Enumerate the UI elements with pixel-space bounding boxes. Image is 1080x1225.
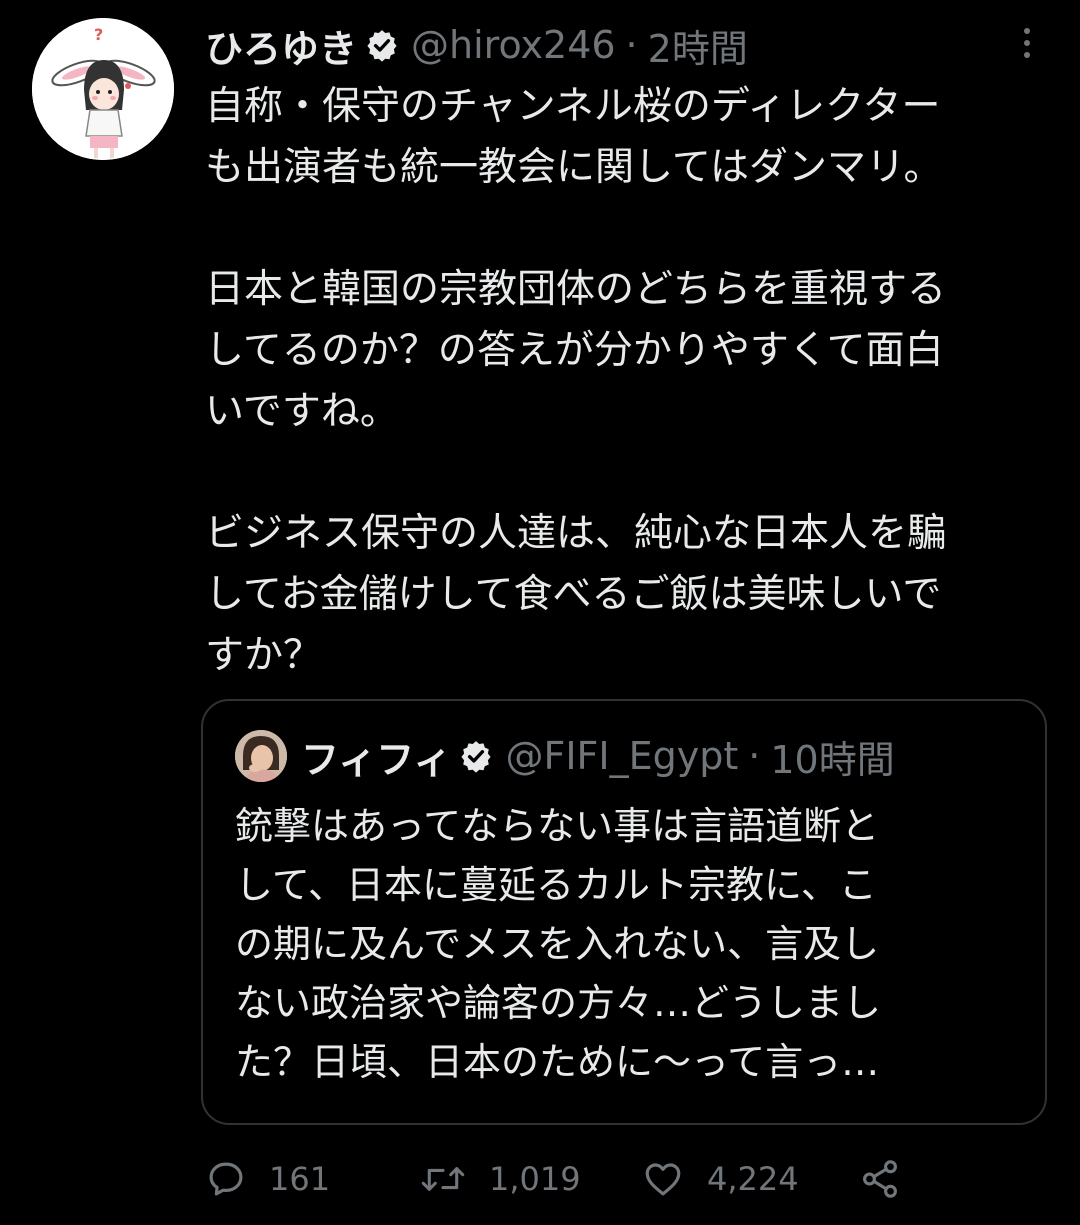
verified-badge-icon [367,30,397,62]
separator-dot: · [748,734,761,778]
quoted-author-handle: @FIFI_Egypt [505,734,739,778]
author-name[interactable]: ひろゆき [205,18,357,73]
reply-icon [209,1162,243,1196]
quoted-tweet-text: 銃撃はあってならない事は言語道断と して、日本に蔓延るカルト宗教に、こ の期に及… [235,804,882,1084]
author-handle[interactable]: @hirox246 [411,23,616,67]
verified-badge-icon [461,741,492,773]
svg-text:?: ? [94,25,103,44]
retweet-count: 1,019 [489,1160,581,1198]
reply-button[interactable]: 161 [205,1155,330,1203]
heart-icon [645,1163,681,1196]
retweet-icon [421,1167,465,1191]
quoted-author-avatar [235,730,287,782]
quoted-tweet-header: フィフィ @FIFI_Egypt · 10時間 [235,730,895,782]
tweet-timestamp[interactable]: 2時間 [648,18,748,73]
quoted-tweet-card[interactable]: フィフィ @FIFI_Egypt · 10時間 銃撃はあってならない事は言語道断… [201,699,1047,1125]
like-button[interactable]: 4,224 [641,1155,799,1203]
tweet-text: 自称・保守のチャンネル桜のディレクター も出演者も統一教会に関してはダンマリ。 … [205,84,947,678]
tweet-header: ひろゆき @hirox246 · 2時間 [205,22,748,71]
more-options-icon[interactable] [1016,26,1038,60]
separator-dot: · [625,23,638,67]
share-icon [863,1160,897,1198]
retweet-button[interactable]: 1,019 [419,1155,581,1203]
share-button[interactable] [859,1155,901,1203]
reply-count: 161 [269,1160,331,1198]
quoted-author-name: フィフィ [301,737,452,782]
like-count: 4,224 [707,1160,799,1198]
tweet-actions: 161 1,019 4,224 [205,1155,1055,1203]
quoted-tweet-timestamp: 10時間 [770,737,895,782]
author-avatar[interactable]: ? [32,18,174,160]
